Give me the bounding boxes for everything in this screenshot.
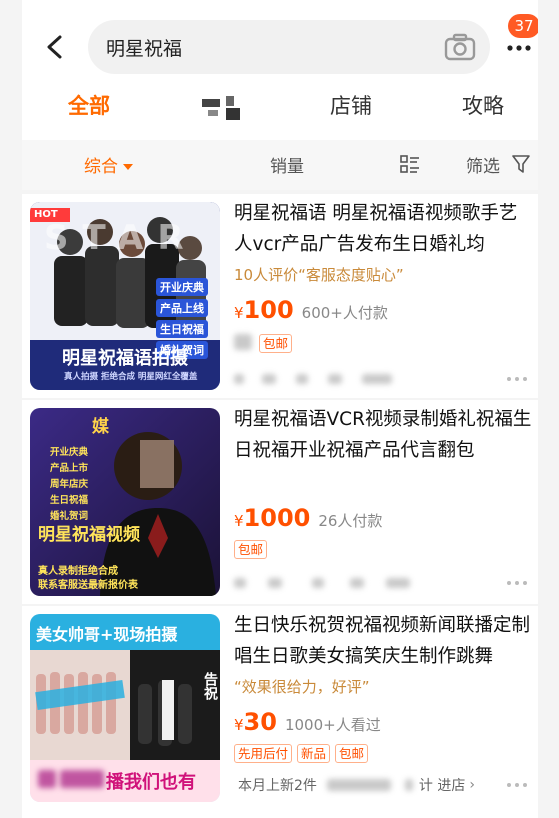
- obscured-text: [296, 374, 308, 384]
- sort-sales[interactable]: 销量: [270, 152, 304, 177]
- obscured-shop-name: [326, 779, 391, 791]
- thumb-footer: 真人拍摄 拒绝合成 明星网红全覆盖: [64, 372, 198, 382]
- product-title[interactable]: 生日快乐祝贺祝福视频新闻联播定制唱生日歌美女搞笑庆生制作跳舞: [234, 610, 534, 672]
- thumb-banner: 明星祝福视频: [38, 525, 140, 545]
- obscured-text: [268, 578, 282, 588]
- obscured-text: [60, 770, 104, 788]
- tab-shop[interactable]: 店铺: [330, 90, 372, 120]
- obscured-text: [262, 374, 276, 384]
- obscured-text: [404, 779, 413, 791]
- more-options-icon[interactable]: [506, 782, 528, 788]
- sort-label: 综合: [84, 157, 118, 177]
- product-title[interactable]: 明星祝福语VCR视频录制婚礼祝福生日祝福开业祝福产品代言翻包: [234, 404, 534, 466]
- thumb-top: 媒: [92, 417, 109, 437]
- product-card[interactable]: 美女帅哥+现场拍摄 告祝 播我们也有 生日快乐祝贺祝福视频新闻联播定制唱生日歌美…: [22, 606, 538, 818]
- thumb-footer: 联系客服送最新报价表: [38, 580, 138, 591]
- result-tabs: 全部 店铺 攻略: [22, 84, 538, 130]
- obscured-text: [328, 374, 342, 384]
- price-row: ¥30 1000+人看过: [234, 708, 381, 736]
- more-options-icon[interactable]: [506, 376, 528, 382]
- sales-count: 600+人付款: [301, 304, 388, 322]
- tab-obscured[interactable]: [202, 96, 248, 122]
- obscured-tag: [234, 334, 252, 350]
- search-input[interactable]: 明星祝福: [88, 20, 490, 74]
- chevron-right-icon: ›: [469, 777, 475, 793]
- product-card[interactable]: HOT STAR 开业庆典 产品上线 生日祝福 婚礼贺词 明星祝福语拍摄 真人拍…: [22, 194, 538, 398]
- thumb-side: 告祝: [202, 672, 218, 700]
- obscured-text: [350, 578, 364, 588]
- shop-line[interactable]: [234, 570, 410, 596]
- star-watermark: STAR: [44, 218, 198, 258]
- obscured-text: [234, 578, 246, 588]
- tag-list: 先用后付 新品 包邮: [234, 744, 369, 763]
- camera-icon[interactable]: [444, 32, 476, 62]
- filter-button[interactable]: 筛选: [466, 152, 500, 177]
- sales-count: 26人付款: [318, 512, 383, 530]
- review-summary: “效果很给力，好评”: [234, 678, 370, 696]
- tag-free-shipping: 包邮: [335, 744, 369, 763]
- obscured-text: [312, 578, 324, 588]
- enter-shop-link[interactable]: 计 进店: [419, 775, 465, 795]
- shop-line[interactable]: [234, 366, 392, 392]
- tab-guide[interactable]: 攻略: [462, 90, 504, 120]
- filter-bar: 综合 销量 筛选: [22, 140, 538, 190]
- price-row: ¥100 600+人付款: [234, 296, 388, 324]
- tag-list: 包邮: [234, 334, 293, 353]
- funnel-icon[interactable]: [512, 154, 530, 174]
- service-item: 生日祝福: [156, 320, 208, 338]
- service-item: 开业庆典: [50, 447, 89, 458]
- currency-symbol: ¥: [234, 716, 244, 734]
- obscured-text: [38, 770, 56, 788]
- search-header: 明星祝福 37 全部 店铺 攻略: [22, 0, 538, 140]
- shop-line[interactable]: 本月上新2件 计 进店 ›: [238, 772, 475, 798]
- currency-symbol: ¥: [234, 512, 244, 530]
- currency-symbol: ¥: [234, 304, 244, 322]
- tag-pay-later: 先用后付: [234, 744, 293, 763]
- service-item: 开业庆典: [156, 278, 208, 296]
- price-value: 30: [243, 708, 277, 736]
- price-row: ¥1000 26人付款: [234, 504, 382, 532]
- obscured-text: [386, 578, 410, 588]
- product-image[interactable]: 媒 开业庆典 产品上市 周年店庆 生日祝福 婚礼贺词 明星祝福视频 真人录制拒绝…: [30, 408, 220, 596]
- thumb-top: 美女帅哥+现场拍摄: [36, 625, 178, 644]
- obscured-text: [362, 374, 392, 384]
- thumb-banner: 播我们也有: [106, 772, 196, 793]
- product-image[interactable]: HOT STAR 开业庆典 产品上线 生日祝福 婚礼贺词 明星祝福语拍摄 真人拍…: [30, 202, 220, 390]
- service-item: 产品上线: [156, 299, 208, 317]
- review-summary: 10人评价“客服态度贴心”: [234, 266, 404, 284]
- product-card[interactable]: 媒 开业庆典 产品上市 周年店庆 生日祝福 婚礼贺词 明星祝福视频 真人录制拒绝…: [22, 400, 538, 604]
- product-title[interactable]: 明星祝福语 明星祝福语视频歌手艺人vcr产品广告发布生日婚礼均: [234, 198, 534, 260]
- thumb-banner: 明星祝福语拍摄: [62, 348, 188, 369]
- service-item: 产品上市: [50, 463, 89, 474]
- tag-list: 包邮: [234, 540, 268, 559]
- sort-composite[interactable]: 综合: [84, 152, 133, 177]
- product-image[interactable]: 美女帅哥+现场拍摄 告祝 播我们也有: [30, 614, 220, 802]
- tab-all[interactable]: 全部: [68, 90, 110, 120]
- list-view-icon[interactable]: [400, 154, 420, 174]
- app-screen: 明星祝福 37 全部 店铺 攻略 综合 销量 筛选 HOT STAR 开业庆典 …: [22, 0, 538, 818]
- caret-down-icon: [123, 164, 133, 170]
- more-options-icon[interactable]: [506, 580, 528, 586]
- thumb-footer: 真人录制拒绝合成: [38, 566, 118, 577]
- back-arrow-icon[interactable]: [40, 30, 70, 64]
- tag-new: 新品: [297, 744, 331, 763]
- tag-free-shipping: 包邮: [259, 334, 293, 353]
- service-item: 周年店庆: [50, 479, 89, 490]
- views-count: 1000+人看过: [284, 716, 381, 734]
- search-query: 明星祝福: [106, 38, 183, 60]
- tag-free-shipping: 包邮: [234, 540, 268, 559]
- obscured-text: [234, 374, 244, 384]
- service-list: 开业庆典 产品上市 周年店庆 生日祝福 婚礼贺词: [50, 444, 88, 522]
- service-item: 生日祝福: [50, 495, 89, 506]
- price-value: 100: [243, 296, 294, 324]
- notification-badge: 37: [508, 14, 538, 38]
- price-value: 1000: [243, 504, 311, 532]
- new-arrivals-text: 本月上新2件: [238, 778, 317, 794]
